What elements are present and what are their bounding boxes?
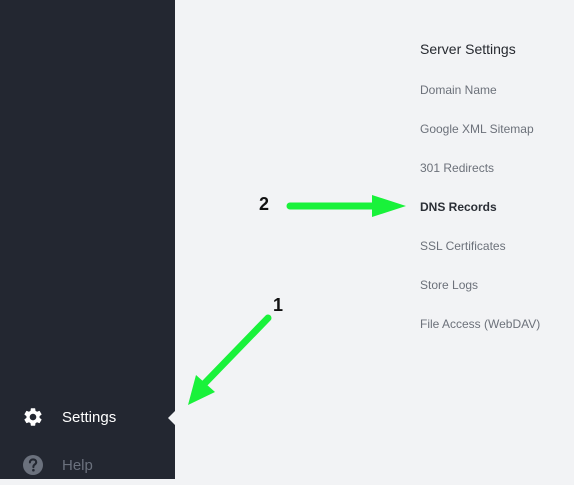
active-indicator bbox=[168, 410, 176, 426]
arrow-to-settings bbox=[188, 314, 272, 405]
step-number-1: 1 bbox=[273, 295, 284, 315]
step-number-2: 2 bbox=[259, 194, 270, 214]
submenu-heading: Server Settings bbox=[420, 41, 516, 57]
arrow-to-dns-records bbox=[286, 195, 406, 217]
sidebar-item-help[interactable]: Help bbox=[0, 445, 175, 485]
gear-icon bbox=[22, 406, 44, 428]
menu-item-ssl-certificates[interactable]: SSL Certificates bbox=[420, 239, 506, 253]
sidebar-item-settings[interactable]: Settings bbox=[0, 397, 175, 437]
menu-item-301-redirects[interactable]: 301 Redirects bbox=[420, 161, 494, 175]
menu-item-domain-name[interactable]: Domain Name bbox=[420, 83, 497, 97]
menu-item-google-xml-sitemap[interactable]: Google XML Sitemap bbox=[420, 122, 534, 136]
sidebar-item-label: Help bbox=[62, 456, 93, 474]
menu-item-file-access[interactable]: File Access (WebDAV) bbox=[420, 317, 540, 331]
help-icon bbox=[22, 454, 44, 476]
sidebar: Settings Help bbox=[0, 0, 175, 479]
menu-item-dns-records[interactable]: DNS Records bbox=[420, 200, 497, 214]
menu-item-store-logs[interactable]: Store Logs bbox=[420, 278, 478, 292]
sidebar-item-label: Settings bbox=[62, 408, 117, 426]
